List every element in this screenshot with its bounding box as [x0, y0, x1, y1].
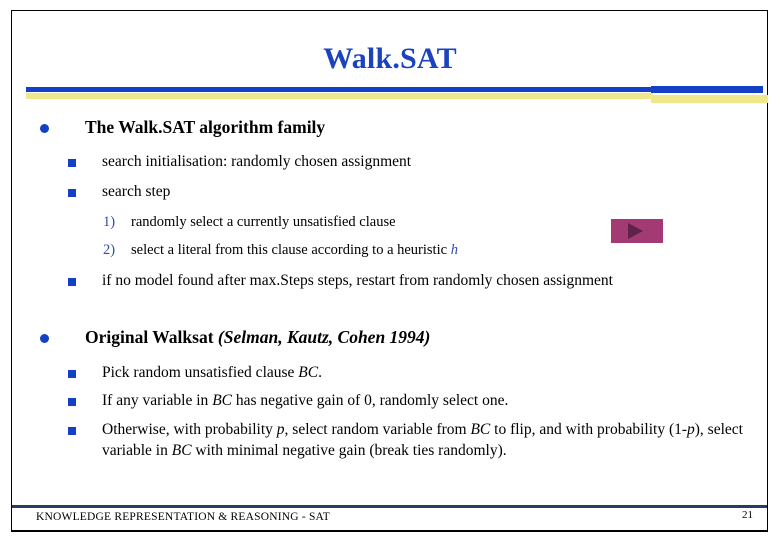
step-1-text: randomly select a currently unsatisfied … [131, 212, 396, 232]
text-run: Pick random unsatisfied clause [102, 364, 299, 381]
text-run: If any variable in [102, 392, 213, 409]
bullet-item-original-walksat: Original Walksat (Selman, Kautz, Cohen 1… [40, 326, 740, 348]
text-run: has negative gain of 0, randomly select … [232, 392, 509, 409]
section2-heading-bold: Original Walksat [85, 327, 218, 347]
numbered-step-2: 2) select a literal from this clause acc… [103, 240, 613, 260]
bullet-item-search-initialisation: search initialisation: randomly chosen a… [68, 152, 708, 173]
bullet-item-pick-random-clause: Pick random unsatisfied clause BC. [68, 363, 758, 384]
slide-canvas: Walk.SAT The Walk.SAT algorithm family s… [0, 0, 780, 540]
step-number-2: 2) [103, 242, 116, 258]
math-variable: p [276, 421, 285, 438]
restart-text: if no model found after max.Steps steps,… [102, 272, 613, 289]
step-2-variable: h [450, 242, 458, 258]
bullet-square-icon [68, 159, 76, 167]
math-variable: BC [298, 364, 319, 381]
bullet-item-search-step: search step [68, 182, 708, 203]
slide-body: The Walk.SAT algorithm family search ini… [0, 0, 780, 540]
section2-heading-citation: (Selman, Kautz, Cohen 1994) [217, 327, 431, 347]
math-variable: BC [212, 392, 232, 409]
section2-heading: Original Walksat (Selman, Kautz, Cohen 1… [85, 326, 430, 348]
play-video-button[interactable] [611, 219, 663, 243]
bullet-dot-icon [40, 124, 49, 133]
math-variable: BC [171, 441, 192, 459]
otherwise-probability-text: Otherwise, with probability p, select ra… [102, 420, 752, 461]
negative-gain-text: If any variable in BC has negative gain … [102, 391, 508, 412]
bullet-item-otherwise-probability: Otherwise, with probability p, select ra… [68, 420, 752, 461]
bullet-square-icon [68, 189, 76, 197]
text-run: . [318, 364, 322, 381]
bullet-item-negative-gain: If any variable in BC has negative gain … [68, 391, 758, 412]
bullet-square-icon [68, 427, 76, 435]
text-run: Otherwise, with probability [102, 421, 277, 438]
bullet-square-icon [68, 398, 76, 406]
bullet-item-restart: if no model found after max.Steps steps,… [68, 271, 758, 292]
bullet-square-icon [68, 278, 76, 286]
text-run: to flip, and with probability (1- [490, 421, 688, 438]
math-variable: BC [470, 421, 491, 438]
search-step-text: search step [102, 183, 171, 200]
step-number-1: 1) [103, 214, 116, 230]
footer-divider [12, 505, 767, 508]
play-triangle-icon [628, 223, 643, 239]
step-1-label: randomly select a currently unsatisfied … [131, 214, 396, 230]
section1-heading: The Walk.SAT algorithm family [85, 117, 326, 137]
page-number: 21 [742, 509, 753, 521]
footer-bottom-border [12, 530, 767, 531]
bullet-item-algorithm-family: The Walk.SAT algorithm family [40, 116, 700, 138]
text-run: , select random variable from [284, 421, 471, 438]
step-2-text: select a literal from this clause accord… [131, 240, 458, 260]
search-initialisation-text: search initialisation: randomly chosen a… [102, 153, 412, 170]
step-2-label: select a literal from this clause accord… [131, 242, 451, 258]
bullet-square-icon [68, 370, 76, 378]
pick-random-clause-text: Pick random unsatisfied clause BC. [102, 363, 322, 384]
text-run: with minimal negative gain (break ties r… [191, 441, 507, 459]
footer-label: KNOWLEDGE REPRESENTATION & REASONING - S… [36, 511, 331, 523]
bullet-dot-icon [40, 334, 49, 343]
math-variable: p [687, 421, 695, 438]
numbered-step-1: 1) randomly select a currently unsatisfi… [103, 212, 603, 232]
